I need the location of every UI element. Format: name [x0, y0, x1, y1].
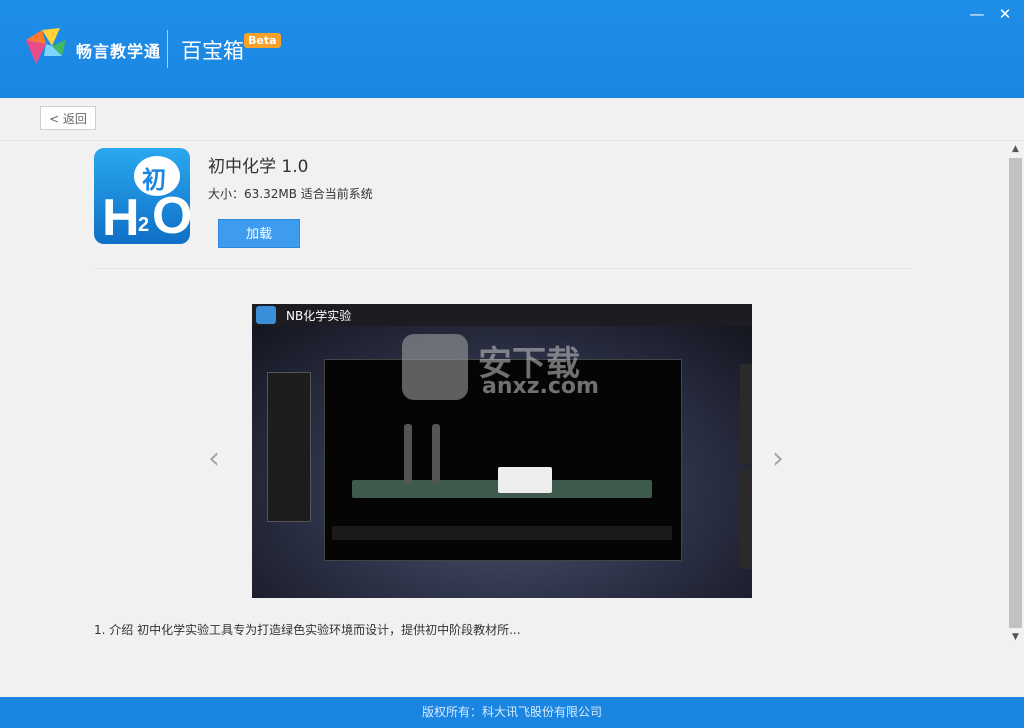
preview-caption-bar	[332, 526, 672, 540]
header-divider	[167, 30, 168, 68]
minimize-button[interactable]: —	[968, 6, 986, 22]
scroll-thumb[interactable]	[1009, 158, 1022, 628]
toolbar: < 返回	[0, 98, 1024, 141]
scroll-down-icon[interactable]: ▼	[1007, 629, 1024, 646]
h2o-app-icon: 初 H 2 O	[94, 148, 190, 244]
carousel-next-icon[interactable]: ›	[772, 441, 784, 476]
load-button[interactable]: 加载	[218, 219, 300, 248]
carousel-prev-icon[interactable]: ‹	[208, 441, 220, 476]
preview-meter	[498, 467, 552, 493]
separator	[94, 268, 912, 269]
close-button[interactable]: ✕	[996, 6, 1014, 22]
watermark-subtext: anxz.com	[482, 374, 599, 399]
app-name: 百宝箱	[181, 39, 244, 63]
icon-o-text: O	[152, 187, 190, 244]
main-content: 初 H 2 O 初中化学 1.0 大小：63.32MB 适合当前系统 加载 ‹ …	[0, 141, 1007, 696]
brand-name: 畅言教学通	[76, 42, 162, 61]
watermark: 安下载 anxz.com	[402, 334, 622, 404]
preview-titlebar: NB化学实验	[252, 304, 752, 326]
back-button[interactable]: < 返回	[40, 106, 96, 130]
watermark-shield-icon	[402, 334, 468, 400]
app-description: 1. 介绍 初中化学实验工具专为打造绿色实验环境而设计，提供初中阶段教材所...	[94, 623, 521, 637]
preview-test-tube	[432, 424, 440, 484]
preview-title: NB化学实验	[286, 309, 352, 323]
preview-side-tab	[740, 469, 752, 569]
header-bar: 畅言教学通 百宝箱 Beta — ✕	[0, 0, 1024, 98]
preview-test-tube	[404, 424, 412, 484]
app-title: 初中化学 1.0	[208, 157, 309, 177]
preview-side-tab	[740, 364, 752, 464]
scroll-up-icon[interactable]: ▲	[1007, 141, 1024, 158]
preview-screenshot: NB化学实验 安下载 anxz.com	[252, 304, 752, 598]
vertical-scrollbar[interactable]: ▲ ▼	[1007, 141, 1024, 646]
app-meta: 大小：63.32MB 适合当前系统	[208, 187, 373, 201]
beta-badge: Beta	[244, 33, 281, 48]
preview-toolbox	[267, 372, 311, 522]
icon-2-text: 2	[138, 214, 150, 236]
bird-logo-icon	[26, 28, 66, 64]
footer: 版权所有：科大讯飞股份有限公司	[0, 697, 1024, 728]
icon-h-text: H	[102, 189, 140, 244]
preview-app-icon	[256, 306, 276, 324]
